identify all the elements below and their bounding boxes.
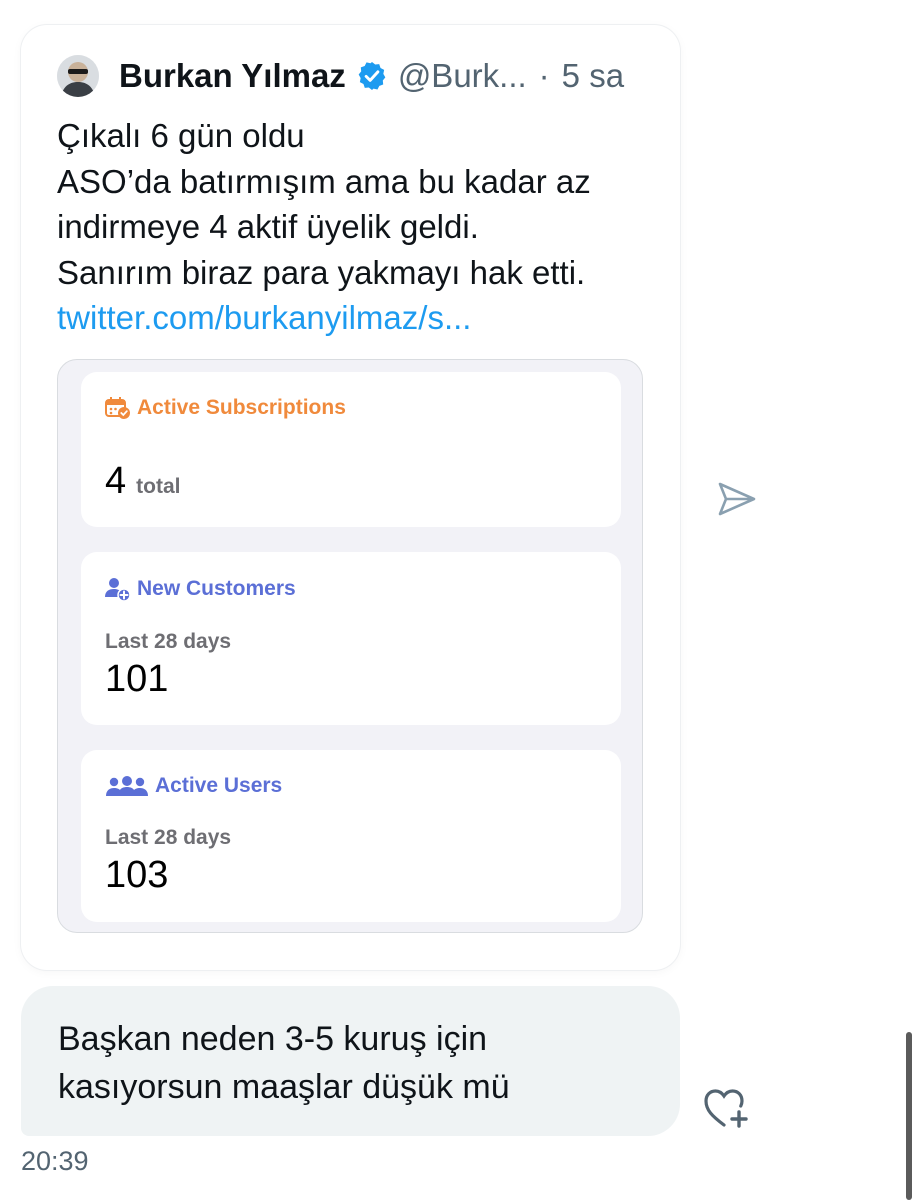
active-subscriptions-value-row: 4 total (105, 460, 180, 503)
tweet-time: 5 sa (561, 57, 625, 94)
new-customers-title: New Customers (105, 576, 296, 602)
users-group-icon (106, 776, 148, 796)
new-customers-card: New Customers Last 28 days 101 (81, 552, 621, 725)
author-name[interactable]: Burkan Yılmaz (119, 57, 346, 95)
calendar-icon (105, 397, 130, 419)
reply-message-text: Başkan neden 3-5 kuruş için kasıyorsun m… (58, 1015, 510, 1111)
message-timestamp: 20:39 (21, 1146, 89, 1176)
active-users-period: Last 28 days (105, 826, 232, 849)
author-avatar[interactable] (57, 55, 99, 97)
author-handle[interactable]: @Burk... (398, 57, 527, 95)
tweet-header: Burkan Yılmaz @Burk... · 5 sa (57, 55, 644, 97)
active-subscriptions-title: Active Subscriptions (105, 396, 346, 420)
heart-plus-icon[interactable] (702, 1086, 752, 1130)
reply-message-bubble[interactable]: Başkan neden 3-5 kuruş için kasıyorsun m… (21, 986, 680, 1136)
tweet-text: Çıkalı 6 gün oldu ASO’da batırmışım ama … (57, 113, 667, 341)
tweet-link[interactable]: twitter.com/burkanyilmaz/s... (57, 295, 667, 341)
active-users-card: Active Users Last 28 days 103 (81, 750, 621, 922)
active-users-label: Active Users (155, 774, 283, 797)
active-subscriptions-value: 4 (105, 460, 127, 502)
send-icon[interactable] (716, 478, 758, 520)
active-users-value: 103 (105, 854, 169, 896)
shared-tweet-card[interactable]: Burkan Yılmaz @Burk... · 5 sa Çıkalı 6 g… (21, 25, 680, 970)
add-user-icon (105, 578, 131, 602)
active-subscriptions-card: Active Subscriptions 4 total (81, 372, 621, 527)
new-customers-period: Last 28 days (105, 630, 232, 653)
tweet-text-line: ASO’da batırmışım ama bu kadar az (57, 162, 591, 200)
active-users-title: Active Users (105, 774, 282, 798)
reply-line: Başkan neden 3-5 kuruş için (58, 1020, 488, 1058)
new-customers-label: New Customers (137, 577, 296, 600)
verified-badge-icon (358, 62, 386, 90)
tweet-text-line: Çıkalı 6 gün oldu (57, 117, 305, 154)
new-customers-value: 101 (105, 658, 169, 700)
tweet-text-line: indirmeye 4 aktif üyelik geldi. (57, 208, 479, 245)
tweet-text-line: Sanırım biraz para yakmayı hak etti. (57, 253, 586, 291)
reply-line: kasıyorsun maaşlar düşük mü (58, 1068, 510, 1106)
tweet-media-image[interactable]: Active Subscriptions 4 total New Customer… (57, 359, 643, 933)
scrollbar[interactable] (906, 1032, 912, 1200)
active-subscriptions-label: Active Subscriptions (137, 396, 346, 419)
header-separator: · (538, 57, 550, 94)
active-subscriptions-unit: total (136, 475, 181, 498)
